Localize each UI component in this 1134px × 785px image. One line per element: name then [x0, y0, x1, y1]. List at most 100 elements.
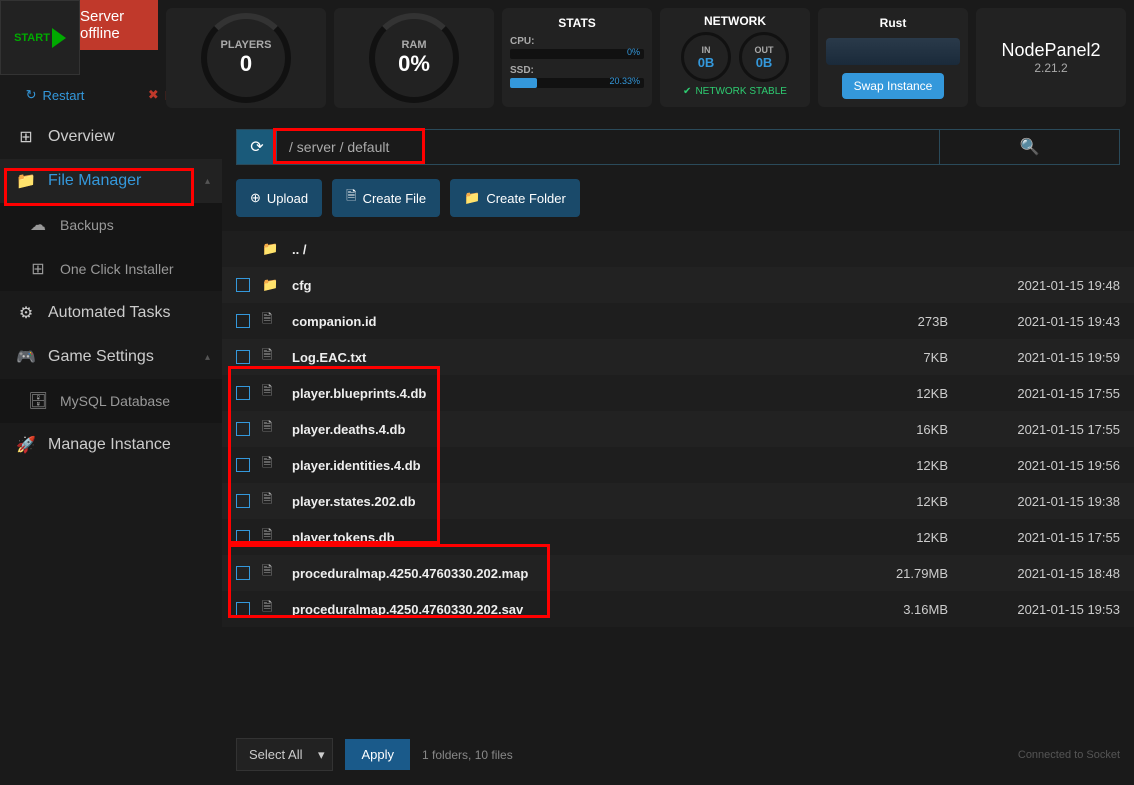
file-row[interactable]: 📁.. /: [222, 231, 1134, 267]
upload-icon: ⊕: [250, 190, 261, 206]
sidebar-item-file-manager[interactable]: 📁File Manager▴: [0, 159, 222, 203]
file-date: 2021-01-15 17:55: [960, 530, 1120, 545]
file-name: player.blueprints.4.db: [292, 386, 836, 401]
file-checkbox[interactable]: [236, 602, 250, 616]
file-size: 16KB: [848, 422, 948, 437]
check-icon: ✔: [683, 86, 691, 97]
file-icon: 🗎: [262, 562, 280, 584]
ram-gauge: RAM0%: [334, 8, 494, 108]
file-row[interactable]: 🗎player.tokens.db12KB2021-01-15 17:55: [222, 519, 1134, 555]
file-name: player.deaths.4.db: [292, 422, 836, 437]
folder-icon: 📁: [262, 277, 280, 293]
apply-button[interactable]: Apply: [345, 739, 410, 770]
network-status: ✔NETWORK STABLE: [683, 86, 787, 97]
file-icon: 🗎: [262, 490, 280, 512]
socket-status: Connected to Socket: [1018, 749, 1120, 761]
sidebar-item-one-click-installer[interactable]: ⊞One Click Installer: [0, 247, 222, 291]
file-checkbox[interactable]: [236, 278, 250, 292]
file-list: 📁.. /📁cfg2021-01-15 19:48🗎companion.id27…: [222, 231, 1134, 724]
file-date: 2021-01-15 17:55: [960, 386, 1120, 401]
sidebar-item-automated-tasks[interactable]: ⚙Automated Tasks: [0, 291, 222, 335]
file-name: cfg: [292, 278, 836, 293]
file-size: 12KB: [848, 386, 948, 401]
server-status: Server offline: [80, 0, 158, 50]
file-name: Log.EAC.txt: [292, 350, 836, 365]
file-icon: 🗎: [262, 526, 280, 548]
sidebar-item-overview[interactable]: ⊞Overview: [0, 115, 222, 159]
file-checkbox[interactable]: [236, 494, 250, 508]
file-icon: 🗎: [262, 346, 280, 368]
folder-icon: 📁: [464, 190, 480, 206]
file-row[interactable]: 🗎proceduralmap.4250.4760330.202.map21.79…: [222, 555, 1134, 591]
file-checkbox[interactable]: [236, 566, 250, 580]
file-icon: 🗎: [262, 418, 280, 440]
file-size: 273B: [848, 314, 948, 329]
select-all-dropdown[interactable]: Select All: [236, 738, 333, 771]
file-row[interactable]: 🗎player.identities.4.db12KB2021-01-15 19…: [222, 447, 1134, 483]
nav-icon: 🗄: [28, 391, 48, 411]
file-name: player.states.202.db: [292, 494, 836, 509]
nav-icon: ⊞: [16, 127, 36, 147]
file-checkbox[interactable]: [236, 314, 250, 328]
file-date: 2021-01-15 18:48: [960, 566, 1120, 581]
search-button[interactable]: 🔍: [939, 130, 1119, 164]
file-date: 2021-01-15 19:38: [960, 494, 1120, 509]
sidebar-item-manage-instance[interactable]: 🚀Manage Instance: [0, 423, 222, 467]
file-checkbox[interactable]: [236, 386, 250, 400]
kill-icon: ✖: [148, 87, 159, 103]
file-row[interactable]: 🗎 player.blueprints.4.db 12KB 2021-01-15 17…: [222, 375, 1134, 411]
file-date: 2021-01-15 19:59: [960, 350, 1120, 365]
nav-icon: 🎮: [16, 347, 36, 367]
nav-icon: ☁: [28, 215, 48, 235]
breadcrumb: ⟳ / server / default 🔍: [236, 129, 1120, 165]
sidebar-item-game-settings[interactable]: 🎮Game Settings▴: [0, 335, 222, 379]
file-checkbox[interactable]: [236, 350, 250, 364]
players-gauge: PLAYERS0: [166, 8, 326, 108]
create-folder-button[interactable]: 📁Create Folder: [450, 179, 580, 217]
file-size: 21.79MB: [848, 566, 948, 581]
sidebar: ⊞Overview📁File Manager▴☁Backups⊞One Clic…: [0, 115, 222, 785]
file-date: 2021-01-15 17:55: [960, 422, 1120, 437]
refresh-icon[interactable]: ⟳: [237, 130, 277, 164]
sidebar-item-mysql-database[interactable]: 🗄MySQL Database: [0, 379, 222, 423]
file-checkbox[interactable]: [236, 530, 250, 544]
upload-button[interactable]: ⊕Upload: [236, 179, 322, 217]
file-date: 2021-01-15 19:43: [960, 314, 1120, 329]
create-file-button[interactable]: 🗎Create File: [332, 179, 440, 217]
file-date: 2021-01-15 19:53: [960, 602, 1120, 617]
file-name: proceduralmap.4250.4760330.202.sav: [292, 602, 836, 617]
file-icon: 🗎: [262, 454, 280, 476]
restart-icon: ↻: [26, 87, 37, 103]
file-date: 2021-01-15 19:48: [960, 278, 1120, 293]
footer-info: 1 folders, 10 files: [422, 748, 513, 762]
file-row[interactable]: 📁 cfg 2021-01-15 19:48: [222, 267, 1134, 303]
file-size: 12KB: [848, 458, 948, 473]
file-size: 3.16MB: [848, 602, 948, 617]
file-icon: 🗎: [346, 187, 356, 209]
chevron-icon: ▴: [205, 176, 210, 187]
game-panel: Rust Swap Instance: [818, 8, 968, 107]
file-icon: 🗎: [262, 382, 280, 404]
sidebar-item-backups[interactable]: ☁Backups: [0, 203, 222, 247]
file-row[interactable]: 🗎companion.id273B2021-01-15 19:43: [222, 303, 1134, 339]
start-button[interactable]: START: [0, 0, 80, 75]
start-icon: START: [14, 28, 66, 48]
game-thumbnail: [826, 38, 960, 65]
file-name: player.tokens.db: [292, 530, 836, 545]
file-row[interactable]: 🗎player.states.202.db12KB2021-01-15 19:3…: [222, 483, 1134, 519]
nav-icon: ⚙: [16, 303, 36, 323]
swap-instance-button[interactable]: Swap Instance: [842, 73, 945, 99]
restart-button[interactable]: ↻Restart: [0, 75, 110, 115]
chevron-icon: ▴: [205, 352, 210, 363]
file-row[interactable]: 🗎proceduralmap.4250.4760330.202.sav3.16M…: [222, 591, 1134, 627]
nav-icon: 📁: [16, 171, 36, 191]
file-checkbox[interactable]: [236, 458, 250, 472]
stats-panel: STATS CPU:0% SSD:20.33%: [502, 8, 652, 107]
network-panel: NETWORK IN0B OUT0B ✔NETWORK STABLE: [660, 8, 810, 107]
file-date: 2021-01-15 19:56: [960, 458, 1120, 473]
file-row[interactable]: 🗎Log.EAC.txt7KB2021-01-15 19:59: [222, 339, 1134, 375]
file-checkbox[interactable]: [236, 422, 250, 436]
file-row[interactable]: 🗎 player.deaths.4.db 16KB 2021-01-15 17:55: [222, 411, 1134, 447]
file-name: .. /: [292, 242, 836, 257]
path-text[interactable]: / server / default: [277, 130, 939, 164]
